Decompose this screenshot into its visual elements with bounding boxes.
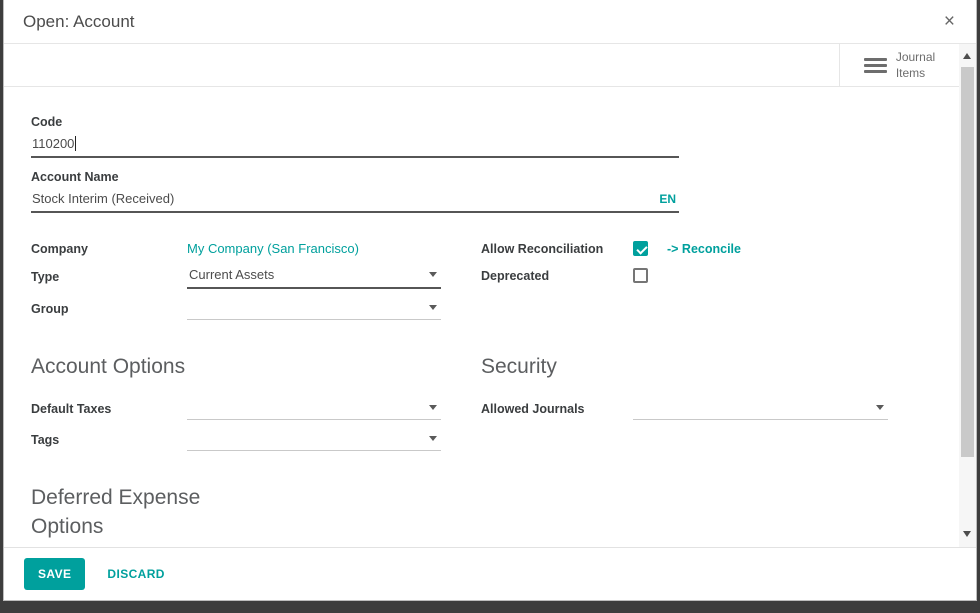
default-taxes-select[interactable] bbox=[187, 397, 441, 420]
chevron-down-icon bbox=[876, 405, 884, 410]
deferred-expense-section: Deferred Expense Options Automate Deferr… bbox=[31, 483, 959, 547]
security-section: Security Allowed Journals bbox=[481, 352, 959, 420]
main-fields-group: Company My Company (San Francisco) Type … bbox=[31, 241, 959, 320]
company-link[interactable]: My Company (San Francisco) bbox=[187, 241, 441, 256]
form-sheet: Code 110200 Account Name Stock Interim (… bbox=[4, 87, 959, 547]
company-label: Company bbox=[31, 242, 187, 256]
scroll-down-arrow-icon[interactable] bbox=[963, 531, 971, 537]
scroll-up-arrow-icon[interactable] bbox=[963, 53, 971, 59]
button-box: Journal Items bbox=[4, 44, 959, 87]
close-icon[interactable]: × bbox=[942, 12, 957, 31]
account-name-input[interactable]: Stock Interim (Received) EN bbox=[31, 189, 679, 213]
allow-reconciliation-checkbox[interactable] bbox=[633, 241, 648, 256]
dialog-title: Open: Account bbox=[23, 12, 135, 32]
open-account-dialog: Open: Account × Journal Items Code 11020… bbox=[3, 0, 977, 601]
options-sections: Account Options Default Taxes Tags bbox=[31, 352, 959, 451]
allow-reconciliation-row: -> Reconcile bbox=[633, 241, 959, 256]
tags-select[interactable] bbox=[187, 428, 441, 451]
vertical-scrollbar[interactable] bbox=[959, 44, 976, 547]
reconcile-link[interactable]: -> Reconcile bbox=[667, 242, 741, 256]
left-column: Company My Company (San Francisco) Type … bbox=[31, 241, 481, 320]
security-fields: Allowed Journals bbox=[481, 397, 959, 420]
deprecated-checkbox[interactable] bbox=[633, 268, 648, 283]
right-column: Allow Reconciliation -> Reconcile Deprec… bbox=[481, 241, 959, 283]
deferred-expense-heading: Deferred Expense Options bbox=[31, 483, 266, 541]
account-options-heading: Account Options bbox=[31, 352, 481, 381]
account-name-field-group: Account Name Stock Interim (Received) EN bbox=[31, 170, 679, 213]
dialog-body: Journal Items Code 110200 Account Name bbox=[4, 44, 976, 547]
code-label: Code bbox=[31, 115, 679, 129]
tags-label: Tags bbox=[31, 433, 187, 447]
type-select[interactable]: Current Assets bbox=[187, 264, 441, 289]
deprecated-row bbox=[633, 268, 959, 283]
deprecated-label: Deprecated bbox=[481, 269, 633, 283]
allow-reconciliation-label: Allow Reconciliation bbox=[481, 242, 633, 256]
dialog-scroll-area: Journal Items Code 110200 Account Name bbox=[4, 44, 959, 547]
account-options-fields: Default Taxes Tags bbox=[31, 397, 481, 451]
account-name-label: Account Name bbox=[31, 170, 679, 184]
discard-button[interactable]: DISCARD bbox=[107, 567, 164, 581]
chevron-down-icon bbox=[429, 405, 437, 410]
chevron-down-icon bbox=[429, 272, 437, 277]
account-name-value: Stock Interim (Received) bbox=[32, 191, 174, 206]
text-cursor bbox=[75, 136, 76, 151]
journal-items-button[interactable]: Journal Items bbox=[839, 44, 959, 86]
list-bars-icon bbox=[864, 58, 887, 73]
type-value: Current Assets bbox=[189, 267, 274, 282]
language-badge[interactable]: EN bbox=[659, 192, 678, 206]
scrollbar-thumb[interactable] bbox=[961, 67, 974, 457]
default-taxes-label: Default Taxes bbox=[31, 402, 187, 416]
type-label: Type bbox=[31, 270, 187, 284]
journal-items-label: Journal Items bbox=[896, 49, 935, 81]
group-select[interactable] bbox=[187, 297, 441, 320]
chevron-down-icon bbox=[429, 305, 437, 310]
allowed-journals-select[interactable] bbox=[633, 397, 888, 420]
dialog-footer: SAVE DISCARD bbox=[4, 547, 976, 600]
code-value: 110200 bbox=[32, 136, 74, 151]
save-button[interactable]: SAVE bbox=[24, 558, 85, 590]
group-label: Group bbox=[31, 302, 187, 316]
code-input[interactable]: 110200 bbox=[31, 134, 679, 158]
account-options-section: Account Options Default Taxes Tags bbox=[31, 352, 481, 451]
security-heading: Security bbox=[481, 352, 959, 381]
dialog-header: Open: Account × bbox=[4, 0, 976, 44]
code-field-group: Code 110200 bbox=[31, 115, 679, 158]
allowed-journals-label: Allowed Journals bbox=[481, 402, 633, 416]
chevron-down-icon bbox=[429, 436, 437, 441]
